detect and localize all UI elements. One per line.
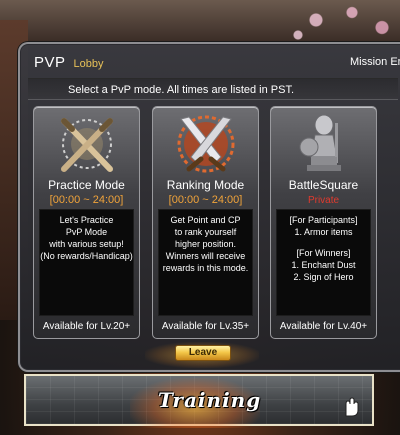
mode-availability: Available for Lv.40+: [279, 321, 368, 332]
description-line: 1. Armor items: [294, 227, 353, 237]
practice-mode-card[interactable]: Practice Mode [00:00 ~ 24:00] Let's Prac…: [33, 106, 140, 339]
info-bar: Select a PvP mode. All times are listed …: [28, 78, 398, 100]
crossed-swords-icon: [177, 115, 235, 173]
description-line: Winners will receive: [165, 251, 246, 261]
description-line: 1. Enchant Dust: [291, 260, 356, 270]
mode-time: [00:00 ~ 24:00]: [49, 194, 124, 206]
description-line: rewards in this mode.: [162, 263, 249, 273]
description-line: Let's Practice: [59, 215, 114, 225]
mode-name: Practice Mode: [48, 178, 125, 192]
mode-description: Let's Practice PvP Mode with various set…: [39, 209, 134, 316]
leave-button[interactable]: Leave: [175, 345, 231, 361]
info-text: Select a PvP mode. All times are listed …: [68, 84, 295, 96]
battlesquare-card[interactable]: BattleSquare Private [For Participants] …: [270, 106, 377, 339]
window-subtitle: Lobby: [73, 58, 104, 70]
description-line: [For Winners]: [296, 248, 351, 258]
description-line: higher position.: [174, 239, 237, 249]
window-header: PVP Lobby: [34, 54, 104, 71]
description-line: (No rewards/Handicap): [40, 251, 133, 261]
mode-name: BattleSquare: [288, 178, 359, 192]
description-line: [For Participants]: [289, 215, 358, 225]
description-line: to rank yourself: [174, 227, 237, 237]
description-line: PvP Mode: [65, 227, 108, 237]
crossed-bats-icon: [61, 118, 113, 172]
mode-time: Private: [307, 195, 340, 206]
mission-tab[interactable]: Mission En: [350, 56, 400, 68]
description-spacer: [277, 238, 370, 247]
mode-name: Ranking Mode: [166, 178, 245, 192]
hand-cursor-icon: [345, 397, 359, 417]
mode-description: [For Participants] 1. Armor items [For W…: [276, 209, 371, 316]
mode-availability: Available for Lv.35+: [161, 321, 250, 332]
mode-availability: Available for Lv.20+: [42, 321, 131, 332]
pvp-lobby-window: PVP Lobby Mission En Select a PvP mode. …: [18, 42, 400, 372]
ranking-mode-card[interactable]: Ranking Mode [00:00 ~ 24:00] Get Point a…: [152, 106, 259, 339]
description-line: 2. Sign of Hero: [293, 272, 354, 282]
knight-statue-icon: [299, 114, 341, 171]
description-line: Get Point and CP: [170, 215, 241, 225]
description-line: with various setup!: [49, 239, 124, 249]
training-label: Training: [158, 388, 262, 412]
window-title: PVP: [34, 54, 66, 71]
mode-time: [00:00 ~ 24:00]: [168, 194, 243, 206]
mode-description: Get Point and CP to rank yourself higher…: [158, 209, 253, 316]
